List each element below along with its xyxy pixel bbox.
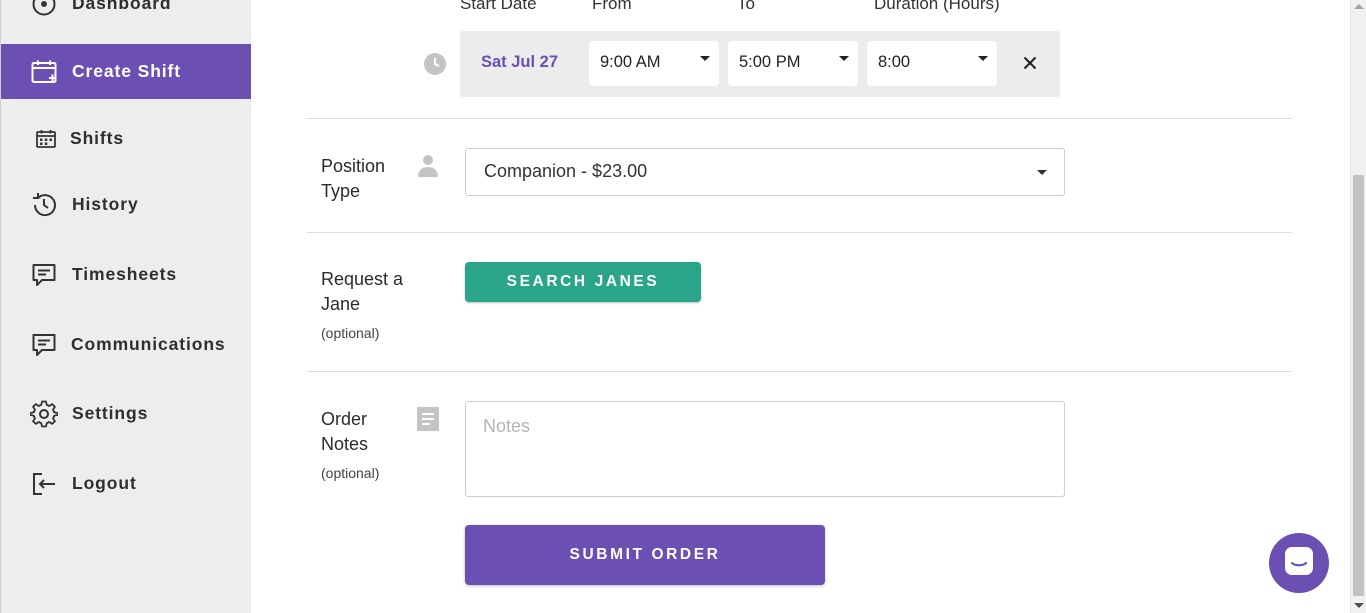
order-notes-input[interactable] [465, 401, 1065, 497]
message-icon [29, 330, 59, 360]
from-header: From [592, 0, 632, 13]
scroll-up-arrow-icon[interactable] [1354, 4, 1364, 9]
chat-icon [1283, 545, 1315, 582]
optional-hint: (optional) [321, 325, 380, 341]
calendar-icon [31, 124, 61, 154]
sidebar-item-create-shift[interactable]: Create Shift [1, 44, 252, 99]
sidebar-item-shifts[interactable]: Shifts [1, 111, 252, 166]
sidebar-item-label: Timesheets [72, 264, 177, 284]
sidebar-item-label: Create Shift [72, 61, 182, 81]
divider [307, 232, 1292, 233]
person-icon [417, 154, 439, 183]
duration-select[interactable]: 8:00 [867, 41, 997, 86]
duration-value: 8:00 [878, 53, 911, 71]
chat-launcher-button[interactable] [1269, 533, 1329, 593]
sidebar-item-label: Logout [72, 473, 137, 493]
chevron-down-icon [700, 56, 710, 61]
scrollbar-thumb[interactable] [1353, 175, 1364, 596]
position-type-select[interactable]: Companion - $23.00 [465, 148, 1065, 196]
request-jane-label: Request a Jane [321, 269, 404, 314]
start-date-header: Start Date [460, 0, 537, 13]
logout-icon [29, 469, 59, 499]
from-time-value: 9:00 AM [600, 53, 661, 71]
order-notes-label: Order Notes [321, 409, 369, 454]
sidebar-item-dashboard[interactable]: Dashboard [1, 0, 252, 31]
to-time-value: 5:00 PM [739, 53, 801, 71]
sidebar-item-label: Settings [72, 403, 149, 423]
chevron-down-icon [839, 56, 849, 61]
clock-icon [424, 53, 446, 80]
submit-order-button[interactable]: SUBMIT ORDER [465, 525, 825, 585]
scroll-down-arrow-icon[interactable] [1354, 603, 1364, 608]
optional-hint: (optional) [321, 465, 380, 481]
to-time-select[interactable]: 5:00 PM [728, 41, 858, 86]
sidebar-item-label: History [72, 194, 139, 214]
sidebar-item-timesheets[interactable]: Timesheets [1, 247, 252, 302]
calendar-plus-icon [29, 57, 59, 87]
sidebar-item-settings[interactable]: Settings [1, 386, 252, 441]
chevron-down-icon [978, 56, 988, 61]
sidebar-item-label: Communications [71, 334, 226, 354]
sidebar-item-history[interactable]: History [1, 177, 252, 232]
sidebar-item-label: Shifts [70, 128, 125, 148]
to-header: To [737, 0, 755, 13]
history-icon [29, 190, 59, 220]
chevron-down-icon [1037, 170, 1047, 175]
timesheet-icon [29, 260, 59, 290]
from-time-select[interactable]: 9:00 AM [589, 41, 719, 86]
divider [307, 118, 1292, 119]
dashboard-icon [29, 0, 59, 19]
sidebar-item-logout[interactable]: Logout [1, 456, 252, 511]
gear-icon [29, 399, 59, 429]
divider [307, 371, 1292, 372]
search-janes-button[interactable]: SEARCH JANES [465, 262, 701, 302]
shift-date[interactable]: Sat Jul 27 [481, 53, 558, 72]
create-shift-form: Start Date From To Duration (Hours) Sat … [251, 0, 1350, 613]
page-scrollbar[interactable] [1350, 0, 1366, 613]
sidebar: Dashboard Create Shift Shifts History Ti… [0, 0, 252, 613]
sidebar-item-communications[interactable]: Communications [1, 317, 252, 372]
position-type-label: Position Type [321, 156, 386, 201]
note-icon [417, 407, 439, 436]
sidebar-item-label: Dashboard [72, 0, 172, 13]
position-type-value: Companion - $23.00 [484, 161, 648, 181]
duration-header: Duration (Hours) [874, 0, 1000, 13]
remove-shift-close-icon[interactable] [1021, 54, 1039, 72]
shift-row: Sat Jul 27 9:00 AM 5:00 PM 8:00 [460, 31, 1060, 97]
